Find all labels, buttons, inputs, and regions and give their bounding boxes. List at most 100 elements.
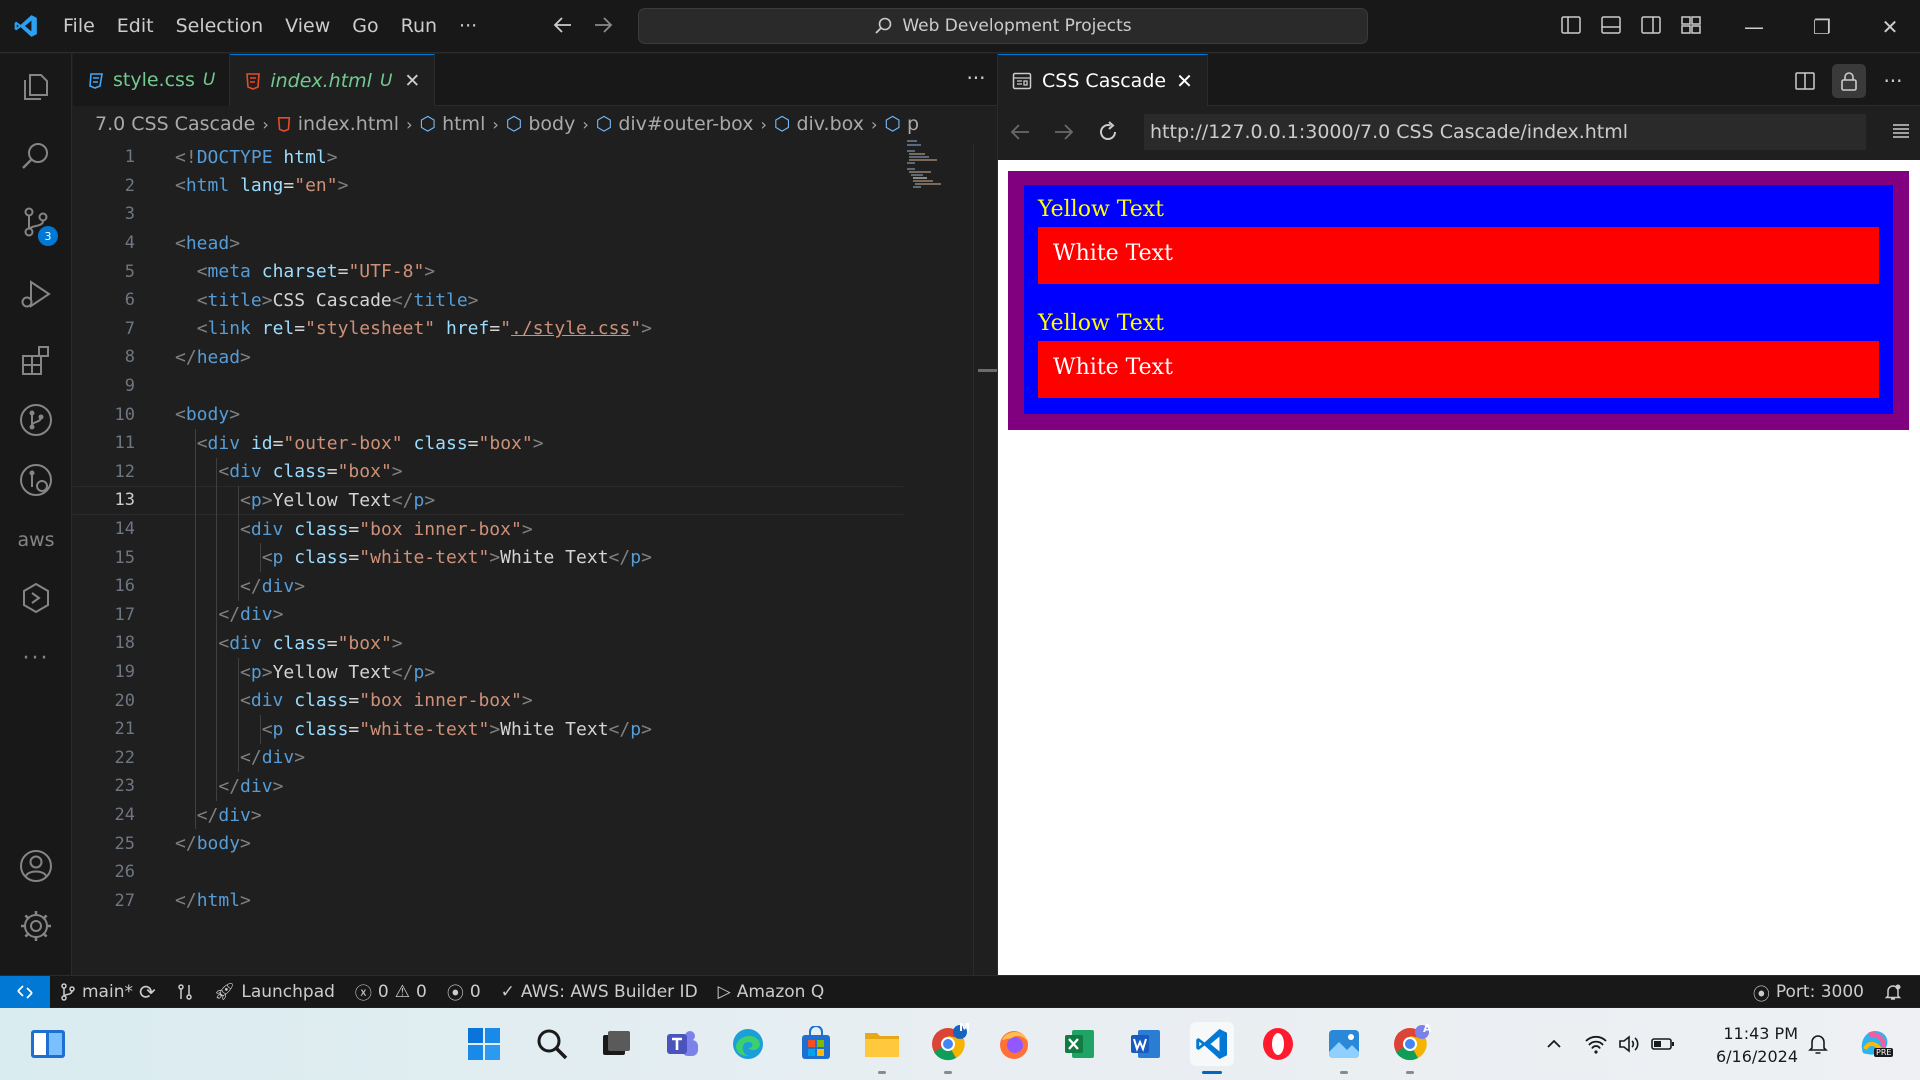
- code-line[interactable]: 5 <meta charset="UTF-8">: [73, 257, 903, 286]
- code-line[interactable]: 24 </div>: [73, 801, 903, 830]
- code-line[interactable]: 21 <p class="white-text">White Text</p>: [73, 715, 903, 744]
- ports-status[interactable]: ⦿ 0: [437, 979, 491, 1005]
- photos-icon[interactable]: [1322, 1022, 1366, 1074]
- code-line[interactable]: 22 </div>: [73, 744, 903, 773]
- code-line[interactable]: 17 </div>: [73, 601, 903, 630]
- code-line[interactable]: 1 <!DOCTYPE html>: [73, 143, 903, 172]
- code-line[interactable]: 7 <link rel="stylesheet" href="./style.c…: [73, 315, 903, 344]
- remote-explorer-icon[interactable]: [0, 450, 72, 510]
- tab-style-css[interactable]: style.css U: [73, 54, 231, 106]
- code-line[interactable]: 15 <p class="white-text">White Text</p>: [73, 543, 903, 572]
- editor-scrollbar[interactable]: [973, 143, 998, 975]
- code-line[interactable]: 10 <body>: [73, 400, 903, 429]
- sync-icon[interactable]: ⟳: [139, 980, 156, 1004]
- back-arrow-icon[interactable]: [552, 12, 574, 38]
- git-graph-status[interactable]: [166, 983, 204, 1001]
- chrome-icon[interactable]: M: [926, 1021, 970, 1074]
- minimize-icon[interactable]: —: [1720, 0, 1788, 53]
- system-tray[interactable]: [1580, 1022, 1680, 1066]
- amazon-q-status[interactable]: ▷ Amazon Q: [708, 982, 835, 1002]
- launchpad-status[interactable]: 🚀︎ Launchpad: [204, 982, 345, 1002]
- file-explorer-icon[interactable]: [860, 1022, 904, 1074]
- code-line[interactable]: 4 <head>: [73, 229, 903, 258]
- hamburger-menu-icon[interactable]: [1890, 120, 1912, 142]
- code-line[interactable]: 25 </body>: [73, 829, 903, 858]
- copilot-icon[interactable]: PRE: [1852, 1022, 1896, 1066]
- windows-start-icon[interactable]: [462, 1022, 506, 1066]
- command-center-search[interactable]: Web Development Projects: [638, 8, 1368, 44]
- code-line[interactable]: 27 </html>: [73, 887, 903, 916]
- excel-icon[interactable]: [1058, 1022, 1102, 1066]
- source-control-icon[interactable]: 3: [0, 192, 72, 252]
- branch-status[interactable]: main* ⟳: [50, 980, 166, 1004]
- toggle-secondary-sidebar-icon[interactable]: [1640, 14, 1662, 36]
- url-input[interactable]: http://127.0.0.1:3000/7.0 CSS Cascade/in…: [1144, 114, 1866, 150]
- code-line[interactable]: 26: [73, 858, 903, 887]
- git-graph-icon[interactable]: [0, 390, 72, 450]
- toggle-primary-sidebar-icon[interactable]: [1560, 14, 1582, 36]
- edge-icon[interactable]: [726, 1022, 770, 1066]
- forward-arrow-icon[interactable]: [592, 12, 614, 38]
- word-icon[interactable]: [1124, 1022, 1168, 1066]
- show-hidden-icons-icon[interactable]: [1532, 1022, 1576, 1066]
- code-line[interactable]: 6 <title>CSS Cascade</title>: [73, 286, 903, 315]
- remote-indicator-icon[interactable]: [0, 975, 50, 1008]
- toggle-panel-icon[interactable]: [1600, 14, 1622, 36]
- breadcrumb-folder[interactable]: 7.0 CSS Cascade: [95, 113, 255, 135]
- problems-status[interactable]: ⓧ 0 ⚠ 0: [345, 979, 437, 1005]
- system-clock[interactable]: 11:43 PM 6/16/2024: [1708, 1022, 1798, 1068]
- code-line[interactable]: 23 </div>: [73, 772, 903, 801]
- restore-icon[interactable]: ❐: [1788, 0, 1856, 53]
- hexagon-icon[interactable]: [0, 568, 72, 628]
- code-line[interactable]: 13 <p>Yellow Text</p>: [73, 486, 903, 515]
- code-line[interactable]: 8 </head>: [73, 343, 903, 372]
- more-icon[interactable]: ···: [0, 628, 72, 688]
- code-line[interactable]: 9: [73, 372, 903, 401]
- settings-icon[interactable]: [0, 896, 72, 956]
- aws-icon[interactable]: aws: [0, 510, 72, 570]
- code-line[interactable]: 16 </div>: [73, 572, 903, 601]
- accounts-icon[interactable]: [0, 836, 72, 896]
- code-editor[interactable]: 1 <!DOCTYPE html> 2 <html lang="en"> 3 4 <head…: [73, 143, 973, 975]
- explorer-icon[interactable]: [0, 56, 72, 116]
- vscode-icon[interactable]: [1190, 1022, 1234, 1074]
- code-line[interactable]: 20 <div class="box inner-box">: [73, 686, 903, 715]
- code-line[interactable]: 12 <div class="box">: [73, 458, 903, 487]
- menu-file[interactable]: File: [52, 0, 106, 53]
- close-tab-icon[interactable]: ✕: [404, 70, 420, 92]
- code-line[interactable]: 14 <div class="box inner-box">: [73, 515, 903, 544]
- breadcrumb-symbol[interactable]: ⬡ html: [419, 113, 485, 135]
- menu-more[interactable]: ···: [448, 0, 488, 53]
- firefox-icon[interactable]: [992, 1022, 1036, 1066]
- teams-icon[interactable]: [660, 1022, 704, 1066]
- editor-actions-more-icon[interactable]: ···: [961, 66, 991, 96]
- breadcrumb-file[interactable]: index.html: [276, 113, 399, 135]
- code-line[interactable]: 3: [73, 200, 903, 229]
- notification-bell-icon[interactable]: [1796, 1022, 1840, 1066]
- search-icon[interactable]: [530, 1022, 574, 1066]
- search-icon[interactable]: [0, 126, 72, 186]
- menu-selection[interactable]: Selection: [165, 0, 275, 53]
- live-server-port[interactable]: ⦿ Port: 3000: [1743, 980, 1874, 1005]
- menu-view[interactable]: View: [274, 0, 341, 53]
- tab-css-cascade[interactable]: CSS Cascade ✕: [998, 54, 1208, 106]
- aws-status[interactable]: ✓ AWS: AWS Builder ID: [491, 982, 708, 1002]
- more-actions-icon[interactable]: ···: [1876, 64, 1910, 98]
- breadcrumb-symbol[interactable]: ⬡ p: [884, 113, 919, 135]
- close-window-icon[interactable]: ✕: [1856, 0, 1920, 53]
- store-icon[interactable]: [794, 1022, 838, 1066]
- minimap[interactable]: [907, 138, 957, 198]
- code-line[interactable]: 18 <div class="box">: [73, 629, 903, 658]
- breadcrumb-symbol[interactable]: ⬡ div#outer-box: [596, 113, 754, 135]
- customize-layout-icon[interactable]: [1680, 14, 1702, 36]
- extensions-icon[interactable]: [0, 330, 72, 390]
- menu-edit[interactable]: Edit: [106, 0, 165, 53]
- split-editor-icon[interactable]: [1788, 64, 1822, 98]
- reload-icon[interactable]: [1096, 120, 1120, 144]
- code-line[interactable]: 2 <html lang="en">: [73, 172, 903, 201]
- run-debug-icon[interactable]: [0, 264, 72, 324]
- tab-index-html[interactable]: index.html U ✕: [230, 54, 436, 106]
- back-arrow-icon[interactable]: [1008, 120, 1032, 144]
- menu-go[interactable]: Go: [341, 0, 389, 53]
- breadcrumb-symbol[interactable]: ⬡ div.box: [774, 113, 864, 135]
